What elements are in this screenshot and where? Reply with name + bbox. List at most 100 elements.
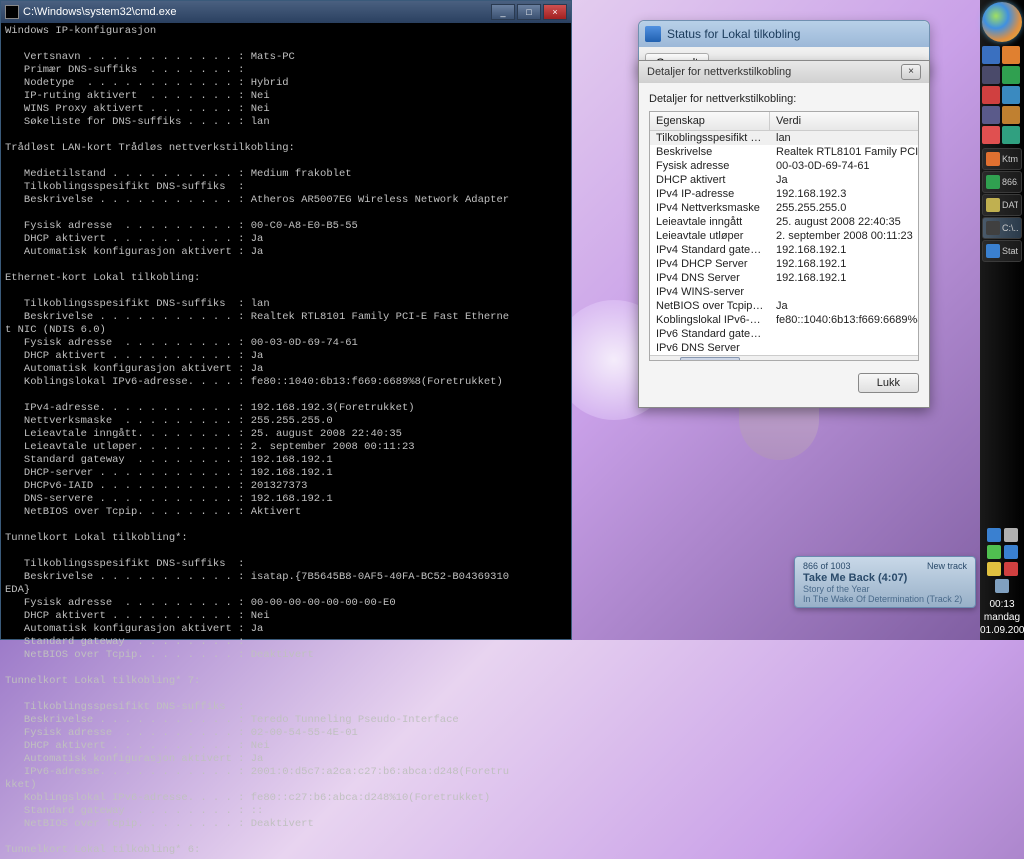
details-dialog[interactable]: Detaljer for nettverkstilkobling × Detal…: [638, 60, 930, 408]
list-item[interactable]: Koblingslokal IPv6-adres...fe80::1040:6b…: [650, 313, 918, 327]
list-item[interactable]: IPv4 DHCP Server192.168.192.1: [650, 257, 918, 271]
app-icon: [986, 152, 1000, 166]
tray-icon[interactable]: [1004, 528, 1018, 542]
value-cell: 192.168.192.3: [770, 187, 918, 201]
minimize-button[interactable]: _: [491, 4, 515, 20]
details-titlebar[interactable]: Detaljer for nettverkstilkobling ×: [639, 61, 929, 83]
list-item[interactable]: DHCP aktivertJa: [650, 173, 918, 187]
start-button[interactable]: [982, 2, 1022, 42]
quick-launch-icon[interactable]: [982, 106, 1000, 124]
cmd-titlebar[interactable]: C:\Windows\system32\cmd.exe _ □ ×: [1, 1, 571, 23]
value-cell: 192.168.192.1: [770, 243, 918, 257]
cmd-icon: [5, 5, 19, 19]
property-cell: IPv4 Nettverksmaske: [650, 201, 770, 215]
app-icon: [986, 175, 1000, 189]
network-icon: [645, 26, 661, 42]
value-cell: Realtek RTL8101 Family PCI-E Fast Ethe: [770, 145, 918, 159]
details-list[interactable]: Egenskap Verdi Tilkoblingsspesifikt DNS-…: [649, 111, 919, 361]
cmd-output[interactable]: Windows IP-konfigurasjon Vertsnavn . . .…: [1, 23, 571, 859]
media-toast[interactable]: 866 of 1003 New track Take Me Back (4:07…: [794, 556, 976, 608]
taskbar-item[interactable]: C:\...: [982, 217, 1022, 239]
close-button[interactable]: ×: [543, 4, 567, 20]
tray-icon[interactable]: [1004, 545, 1018, 559]
taskbar-item[interactable]: DAT...: [982, 194, 1022, 216]
tray-icon[interactable]: [1004, 562, 1018, 576]
list-item[interactable]: BeskrivelseRealtek RTL8101 Family PCI-E …: [650, 145, 918, 159]
quick-launch-icon[interactable]: [1002, 46, 1020, 64]
clock-day: mandag: [980, 611, 1024, 624]
clock-time: 00:13: [980, 598, 1024, 611]
value-cell: [770, 285, 918, 299]
property-cell: DHCP aktivert: [650, 173, 770, 187]
property-cell: Tilkoblingsspesifikt DNS-...: [650, 131, 770, 145]
value-cell: Ja: [770, 299, 918, 313]
list-item[interactable]: IPv4 Standard gateway192.168.192.1: [650, 243, 918, 257]
cmd-title: C:\Windows\system32\cmd.exe: [23, 6, 176, 18]
list-item[interactable]: IPv4 WINS-server: [650, 285, 918, 299]
value-cell: 192.168.192.1: [770, 257, 918, 271]
cmd-window[interactable]: C:\Windows\system32\cmd.exe _ □ × Window…: [0, 0, 572, 640]
property-cell: IPv4 DNS Server: [650, 271, 770, 285]
list-item[interactable]: IPv6 DNS Server: [650, 341, 918, 355]
header-value[interactable]: Verdi: [770, 112, 918, 130]
list-item[interactable]: IPv6 Standard gateway: [650, 327, 918, 341]
taskbar[interactable]: Ktm... 866... DAT... C:\... Stat... 00:13 ma…: [980, 0, 1024, 640]
tray-icon[interactable]: [987, 562, 1001, 576]
list-item[interactable]: Leieavtale utløper2. september 2008 00:1…: [650, 229, 918, 243]
taskbar-item-label: 866...: [1002, 177, 1018, 187]
clock[interactable]: 00:13 mandag 01.09.2008: [980, 595, 1024, 640]
quick-launch-icon[interactable]: [982, 126, 1000, 144]
tray-icon[interactable]: [987, 528, 1001, 542]
status-title: Status for Lokal tilkobling: [667, 27, 800, 41]
clock-date: 01.09.2008: [980, 624, 1024, 637]
taskbar-item-label: Ktm...: [1002, 154, 1018, 164]
property-cell: Beskrivelse: [650, 145, 770, 159]
track-counter: 866 of 1003: [803, 561, 851, 571]
property-cell: IPv4 WINS-server: [650, 285, 770, 299]
maximize-button[interactable]: □: [517, 4, 541, 20]
taskbar-item[interactable]: Stat...: [982, 240, 1022, 262]
header-property[interactable]: Egenskap: [650, 112, 770, 130]
tray-icon[interactable]: [995, 579, 1009, 593]
close-details-button[interactable]: Lukk: [858, 373, 919, 393]
system-tray: [980, 526, 1024, 595]
list-item[interactable]: IPv4 IP-adresse192.168.192.3: [650, 187, 918, 201]
list-item[interactable]: Leieavtale inngått25. august 2008 22:40:…: [650, 215, 918, 229]
list-item[interactable]: NetBIOS over Tcpip akti...Ja: [650, 299, 918, 313]
property-cell: IPv6 DNS Server: [650, 341, 770, 355]
quick-launch-icon[interactable]: [982, 66, 1000, 84]
taskbar-item-label: DAT...: [1002, 200, 1018, 210]
quick-launch-icon[interactable]: [1002, 86, 1020, 104]
app-icon: [986, 244, 1000, 258]
list-item[interactable]: Tilkoblingsspesifikt DNS-...lan: [650, 131, 918, 145]
close-button[interactable]: ×: [901, 64, 921, 80]
property-cell: Fysisk adresse: [650, 159, 770, 173]
app-icon: [986, 198, 1000, 212]
track-title: Take Me Back (4:07): [803, 572, 967, 584]
taskbar-item[interactable]: 866...: [982, 171, 1022, 193]
track-artist: Story of the Year: [803, 584, 967, 594]
list-header[interactable]: Egenskap Verdi: [650, 112, 918, 131]
tray-icon[interactable]: [987, 545, 1001, 559]
quick-launch-icon[interactable]: [1002, 106, 1020, 124]
list-item[interactable]: IPv4 DNS Server192.168.192.1: [650, 271, 918, 285]
taskbar-item[interactable]: Ktm...: [982, 148, 1022, 170]
taskbar-item-label: Stat...: [1002, 246, 1018, 256]
task-items: Ktm... 866... DAT... C:\... Stat...: [980, 146, 1024, 526]
value-cell: 2. september 2008 00:11:23: [770, 229, 918, 243]
list-item[interactable]: IPv4 Nettverksmaske255.255.255.0: [650, 201, 918, 215]
quick-launch-icon[interactable]: [982, 86, 1000, 104]
value-cell: [770, 327, 918, 341]
quick-launch: [980, 44, 1024, 146]
status-titlebar[interactable]: Status for Lokal tilkobling: [639, 21, 929, 47]
property-cell: Leieavtale utløper: [650, 229, 770, 243]
list-item[interactable]: Fysisk adresse00-03-0D-69-74-61: [650, 159, 918, 173]
quick-launch-icon[interactable]: [1002, 66, 1020, 84]
property-cell: Koblingslokal IPv6-adres...: [650, 313, 770, 327]
quick-launch-icon[interactable]: [1002, 126, 1020, 144]
value-cell: fe80::1040:6b13:f669:6689%8: [770, 313, 918, 327]
quick-launch-icon[interactable]: [982, 46, 1000, 64]
value-cell: 25. august 2008 22:40:35: [770, 215, 918, 229]
value-cell: [770, 341, 918, 355]
details-label: Detaljer for nettverkstilkobling:: [649, 93, 919, 105]
